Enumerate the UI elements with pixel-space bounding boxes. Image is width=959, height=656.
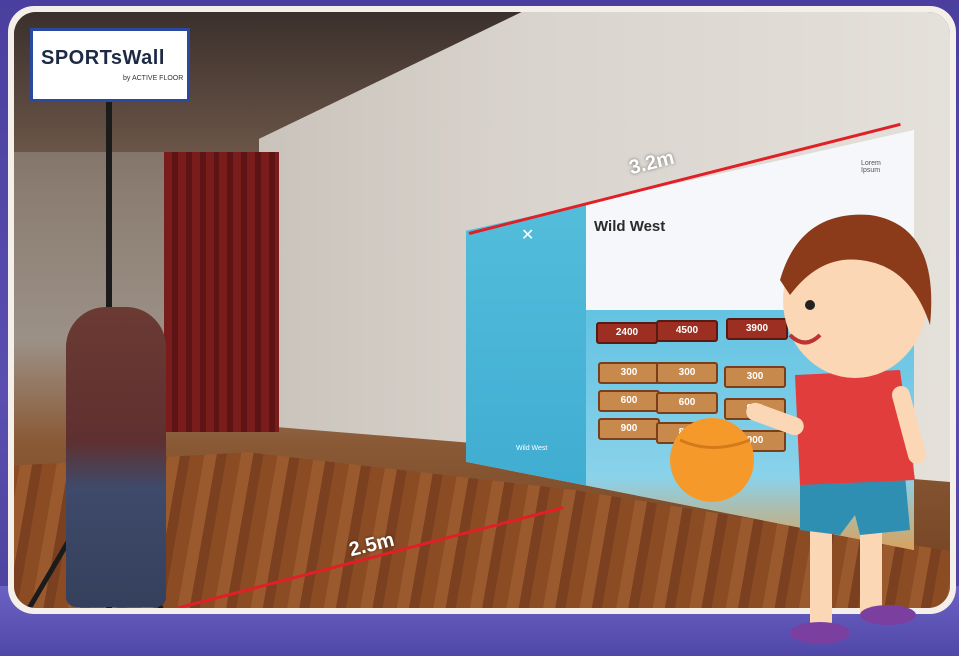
brand-name: SPORTsWall (41, 47, 165, 69)
curtain (164, 152, 224, 432)
brand-subtitle: by ACTIVE FLOOR (123, 75, 184, 82)
cartoon-kid (670, 214, 932, 644)
user-label: Lorem Ipsum (861, 160, 881, 174)
point-tile[interactable]: 900 (598, 418, 660, 440)
ball-icon (670, 418, 754, 502)
game-title: Wild West (594, 218, 666, 235)
point-tile[interactable]: 300 (598, 362, 660, 384)
sidebar-game-label: Wild West (516, 445, 548, 452)
curtain (219, 152, 279, 432)
score-tile: 2400 (596, 322, 658, 344)
person-operator (66, 307, 166, 607)
sportswall-sign: SPORTsWall by ACTIVE FLOOR (30, 28, 190, 102)
point-tile[interactable]: 600 (598, 390, 660, 412)
close-icon[interactable]: ✕ (521, 225, 534, 245)
